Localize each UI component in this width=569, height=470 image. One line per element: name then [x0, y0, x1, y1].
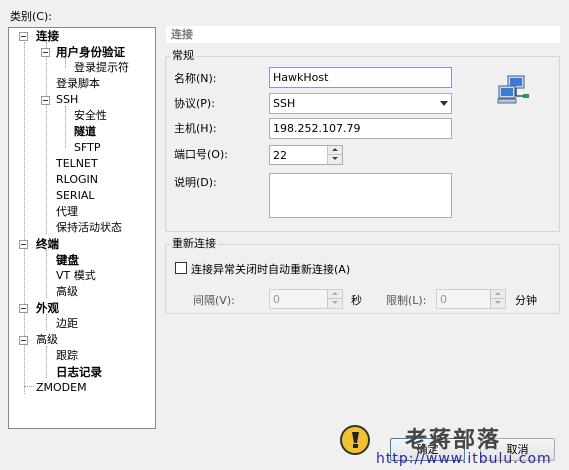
panel-header: 连接 [166, 26, 560, 43]
tree-item-login-prompts[interactable]: 登录提示符 [74, 61, 129, 75]
description-field[interactable] [269, 173, 452, 218]
tree-item-trace[interactable]: 跟踪 [56, 349, 78, 363]
tree-item-connection[interactable]: 连接 [36, 29, 59, 43]
host-label: 主机(H): [174, 122, 217, 135]
tree-item-logging[interactable]: 日志记录 [56, 365, 102, 379]
seconds-label: 秒 [351, 294, 362, 307]
interval-spin-buttons[interactable] [327, 290, 342, 308]
tree-item-telnet[interactable]: TELNET [56, 157, 98, 171]
tree-line [46, 314, 47, 330]
tree-item-keyboard[interactable]: 键盘 [56, 253, 79, 267]
tree-line [46, 42, 47, 234]
tree-item-advanced[interactable]: 高级 [36, 333, 58, 347]
watermark-logo-icon [340, 425, 370, 455]
port-value: 22 [273, 149, 287, 162]
spin-up-icon[interactable] [327, 146, 342, 155]
tree-item-login-script[interactable]: 登录脚本 [56, 77, 100, 91]
tree-line [24, 386, 34, 387]
network-computers-icon [496, 74, 530, 106]
limit-value: 0 [440, 293, 447, 306]
chevron-down-icon[interactable] [440, 101, 448, 106]
name-label: 名称(N): [174, 72, 217, 85]
tree-item-vt-mode[interactable]: VT 模式 [56, 269, 96, 283]
tree-line [46, 346, 47, 378]
tree-item-terminal[interactable]: 终端 [36, 237, 59, 251]
tree-item-proxy[interactable]: 代理 [56, 205, 78, 219]
limit-stepper[interactable]: 0 [436, 289, 506, 309]
spin-down-icon[interactable] [327, 299, 342, 308]
tree-item-keepalive[interactable]: 保持活动状态 [56, 221, 122, 235]
tree-item-tunnel[interactable]: 隧道 [74, 125, 96, 139]
port-label: 端口号(O): [174, 148, 228, 161]
reconnect-group-title: 重新连接 [170, 237, 218, 250]
category-label: 类别(C): [10, 10, 52, 23]
protocol-select[interactable]: SSH [269, 93, 452, 114]
limit-spin-buttons[interactable] [490, 290, 505, 308]
protocol-label: 协议(P): [174, 97, 215, 110]
tree-item-ssh[interactable]: SSH [56, 93, 78, 107]
host-field[interactable]: 198.252.107.79 [269, 118, 452, 139]
reconnect-checkbox[interactable] [175, 262, 187, 274]
spin-down-icon[interactable] [327, 155, 342, 164]
spin-down-icon[interactable] [490, 299, 505, 308]
limit-label: 限制(L): [386, 294, 427, 307]
tree-line [65, 106, 66, 148]
interval-value: 0 [273, 293, 280, 306]
collapse-icon[interactable] [19, 304, 28, 313]
collapse-icon[interactable] [41, 96, 50, 105]
minutes-label: 分钟 [515, 294, 537, 307]
port-stepper[interactable]: 22 [269, 145, 343, 165]
tree-item-serial[interactable]: SERIAL [56, 189, 94, 203]
collapse-icon[interactable] [19, 32, 28, 41]
tree-item-terminal-advanced[interactable]: 高级 [56, 285, 78, 299]
reconnect-checkbox-label[interactable]: 连接异常关闭时自动重新连接(A) [191, 261, 350, 277]
watermark-text: 老蒋部落 [405, 428, 502, 453]
tree-item-sftp[interactable]: SFTP [74, 141, 100, 155]
spin-up-icon[interactable] [327, 290, 342, 299]
tree-item-appearance[interactable]: 外观 [36, 301, 59, 315]
protocol-selected: SSH [273, 97, 296, 110]
name-field[interactable]: HawkHost [269, 67, 452, 88]
tree-item-user-auth[interactable]: 用户身份验证 [56, 45, 125, 59]
interval-stepper[interactable]: 0 [269, 289, 343, 309]
tree-line [65, 58, 66, 68]
category-tree[interactable]: 连接 用户身份验证 登录提示符 登录脚本 SSH 安全性 隧道 SFTP TEL… [8, 27, 156, 429]
collapse-icon[interactable] [19, 336, 28, 345]
port-spin-buttons[interactable] [327, 146, 342, 164]
tree-item-security[interactable]: 安全性 [74, 109, 107, 123]
description-label: 说明(D): [174, 176, 217, 189]
collapse-icon[interactable] [19, 240, 28, 249]
tree-item-zmodem[interactable]: ZMODEM [36, 381, 87, 395]
tree-line [46, 250, 47, 298]
watermark-url: http://www.itbulu.com [376, 451, 552, 467]
tree-item-rlogin[interactable]: RLOGIN [56, 173, 98, 187]
spin-up-icon[interactable] [490, 290, 505, 299]
general-group-title: 常规 [170, 49, 196, 62]
interval-label: 间隔(V): [193, 294, 235, 307]
tree-item-margins[interactable]: 边距 [56, 317, 78, 331]
collapse-icon[interactable] [41, 48, 50, 57]
